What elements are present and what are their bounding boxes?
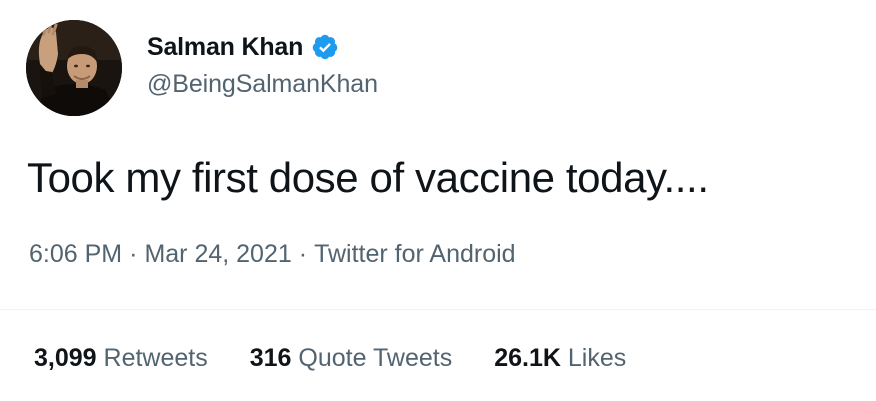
tweet-text: Took my first dose of vaccine today....: [27, 154, 709, 201]
tweet-stats: 3,099 Retweets 316 Quote Tweets 26.1K Li…: [34, 344, 626, 373]
likes-label: Likes: [567, 344, 627, 372]
retweets-label: Retweets: [103, 344, 208, 372]
quote-tweets-label: Quote Tweets: [298, 344, 453, 372]
divider: [0, 309, 876, 310]
tweet-date: Mar 24, 2021: [144, 240, 292, 268]
retweets-count: 3,099: [34, 344, 97, 372]
quote-tweets-count: 316: [249, 344, 292, 372]
tweet-time-link[interactable]: 6:06 PM · Mar 24, 2021: [29, 240, 292, 268]
avatar-photo-icon: [26, 20, 122, 116]
tweet-time: 6:06 PM: [29, 240, 123, 268]
likes-stat[interactable]: 26.1K Likes: [494, 344, 626, 373]
verified-badge-icon: [312, 34, 338, 60]
tweet-meta: 6:06 PM · Mar 24, 2021 · Twitter for Android: [29, 240, 516, 269]
author-display-name[interactable]: Salman Khan: [147, 33, 303, 62]
retweets-stat[interactable]: 3,099 Retweets: [34, 344, 208, 373]
tweet-source-link[interactable]: Twitter for Android: [314, 240, 515, 268]
quote-tweets-stat[interactable]: 316 Quote Tweets: [250, 344, 452, 373]
avatar[interactable]: [26, 20, 122, 116]
likes-count: 26.1K: [494, 344, 561, 372]
meta-separator: ·: [129, 240, 138, 268]
author-handle[interactable]: @BeingSalmanKhan: [147, 70, 378, 99]
author-row: Salman Khan: [147, 28, 339, 66]
meta-separator: ·: [298, 240, 308, 268]
